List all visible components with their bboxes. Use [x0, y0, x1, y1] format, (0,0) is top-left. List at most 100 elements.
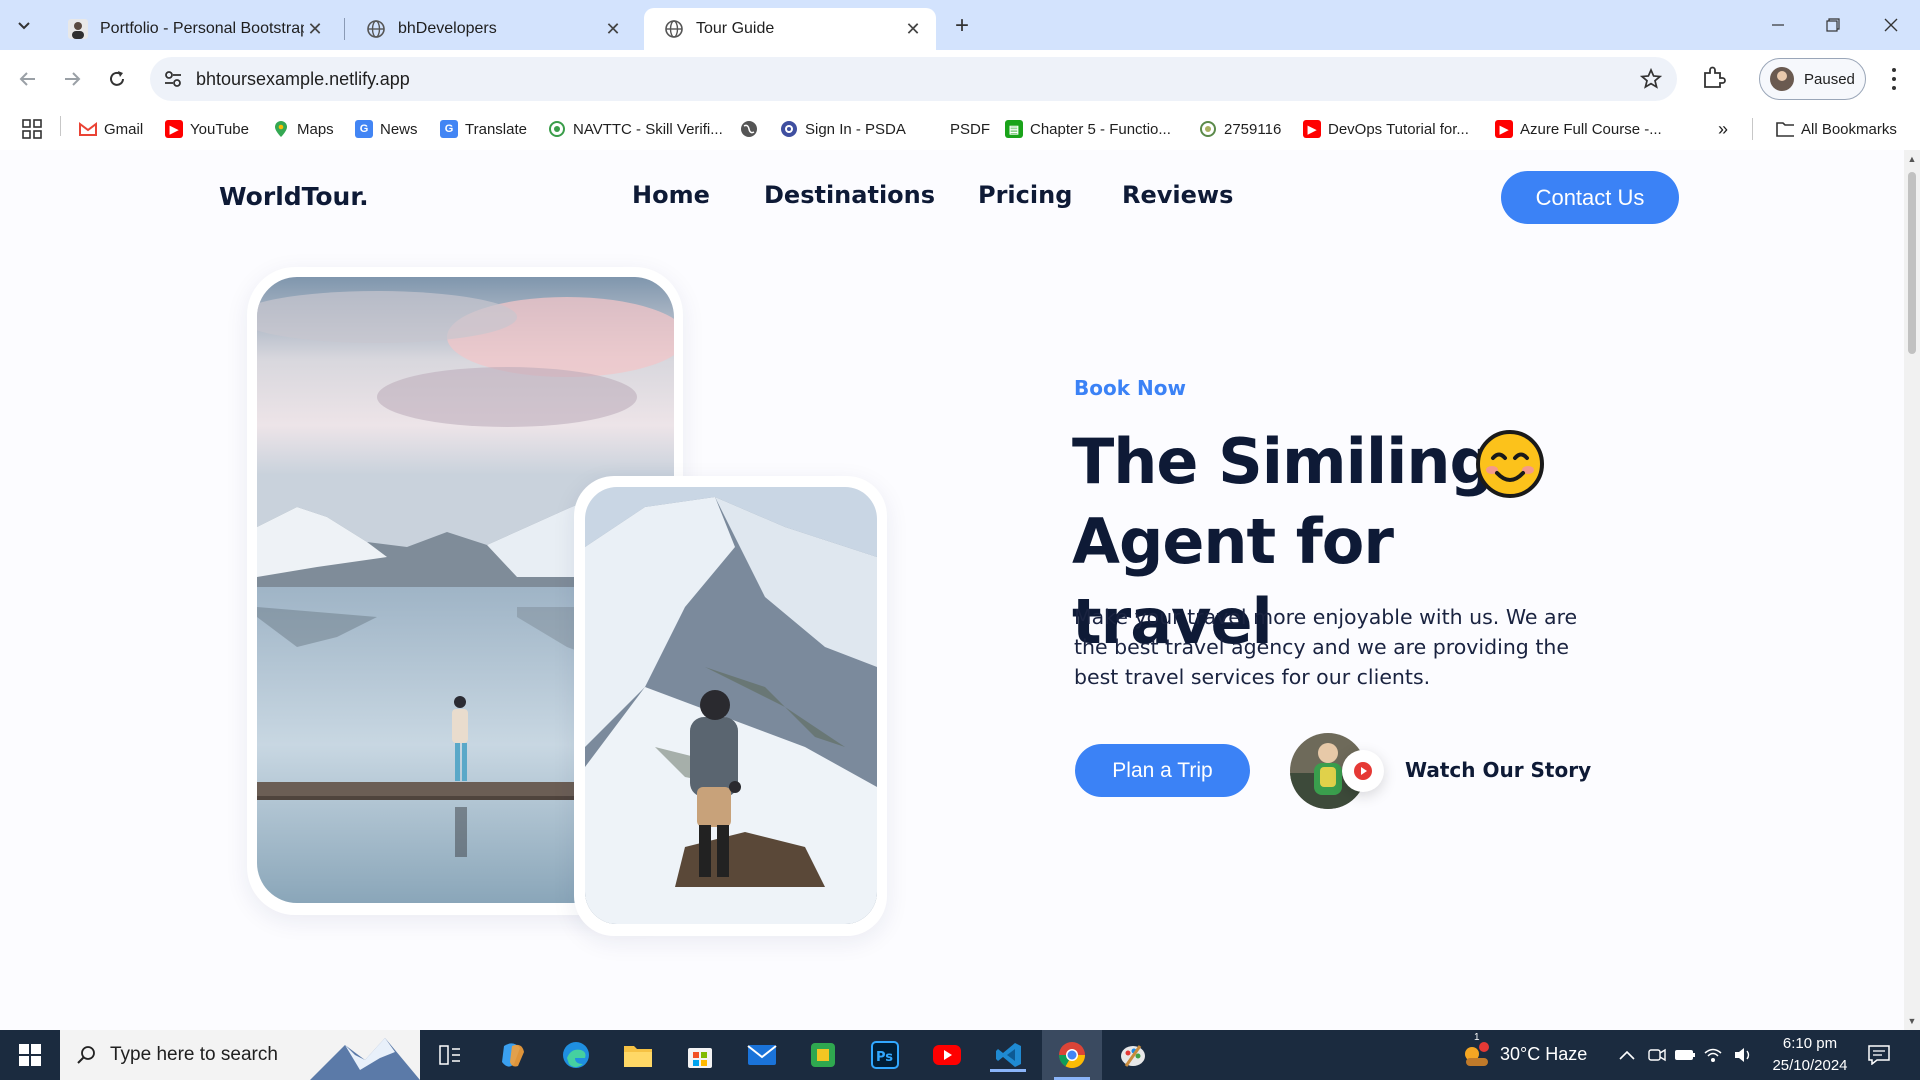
file-explorer-icon[interactable] [621, 1038, 655, 1072]
navttc-icon [548, 120, 566, 138]
chevron-down-icon [18, 22, 30, 30]
restore-button[interactable] [1818, 12, 1848, 38]
close-icon[interactable]: ✕ [902, 18, 924, 40]
more-bookmarks-button[interactable]: » [1718, 118, 1728, 140]
plus-icon: + [954, 12, 969, 39]
avatar [1770, 67, 1794, 91]
store-icon[interactable] [683, 1038, 717, 1072]
bookmark-globe[interactable] [740, 118, 765, 140]
bookmark-azure[interactable]: ▶ Azure Full Course -... [1495, 118, 1662, 140]
sheet-icon: ▤ [1005, 120, 1023, 138]
start-button[interactable] [0, 1030, 60, 1080]
vscode-icon[interactable] [990, 1038, 1026, 1072]
all-bookmarks-button[interactable]: All Bookmarks [1776, 118, 1897, 140]
browser-toolbar: bhtoursexample.netlify.app Paused [0, 50, 1920, 108]
green-app-icon[interactable] [806, 1038, 840, 1072]
tab-tour-guide[interactable]: Tour Guide ✕ [644, 8, 936, 50]
reload-button[interactable] [101, 63, 133, 95]
tab-divider [344, 18, 345, 40]
wifi-icon[interactable] [1696, 1038, 1730, 1072]
tab-bhdevelopers[interactable]: bhDevelopers ✕ [346, 8, 636, 50]
photoshop-icon[interactable]: Ps [868, 1038, 902, 1072]
system-clock[interactable]: 6:10 pm 25/10/2024 [1760, 1033, 1860, 1077]
taskbar-search[interactable]: Type here to search [60, 1030, 420, 1080]
book-now-label: Book Now [1074, 376, 1186, 400]
bookmark-2759116[interactable]: 2759116 [1199, 118, 1281, 140]
new-tab-button[interactable]: + [948, 12, 976, 40]
mail-icon[interactable] [745, 1038, 779, 1072]
weather-text[interactable]: 30°C Haze [1500, 1044, 1587, 1065]
tab-portfolio[interactable]: Portfolio - Personal Bootstrap Te ✕ [48, 8, 338, 50]
bookmark-youtube[interactable]: ▶ YouTube [165, 118, 249, 140]
edge-icon[interactable] [559, 1038, 593, 1072]
play-video-button[interactable] [1342, 750, 1384, 792]
bookmark-label: Chapter 5 - Functio... [1030, 120, 1171, 138]
minimize-button[interactable] [1763, 12, 1793, 38]
bookmark-devops[interactable]: ▶ DevOps Tutorial for... [1303, 118, 1469, 140]
tab-search-button[interactable] [10, 12, 38, 40]
site-settings-icon[interactable] [162, 68, 184, 90]
windows-logo-icon [19, 1044, 41, 1066]
menu-button[interactable] [1882, 66, 1906, 92]
extensions-icon[interactable] [1700, 64, 1728, 92]
profile-photo-icon [68, 19, 88, 39]
page-scrollbar[interactable]: ▲ ▼ [1904, 150, 1920, 1030]
play-icon [1354, 762, 1372, 780]
bookmark-navttc[interactable]: NAVTTC - Skill Verifi... [548, 118, 723, 140]
bookmark-chapter5[interactable]: ▤ Chapter 5 - Functio... [1005, 118, 1171, 140]
watch-our-story-link[interactable]: Watch Our Story [1405, 758, 1591, 782]
nav-reviews[interactable]: Reviews [1122, 181, 1233, 209]
site-logo[interactable]: WorldTour. [219, 182, 369, 211]
chevron-up-icon[interactable] [1610, 1038, 1644, 1072]
bookmark-psdf[interactable]: PSDF [950, 118, 990, 140]
apps-button[interactable] [22, 118, 42, 140]
nav-destinations[interactable]: Destinations [764, 181, 935, 209]
close-icon[interactable]: ✕ [304, 18, 326, 40]
close-window-button[interactable] [1876, 12, 1906, 38]
bookmark-label: Translate [465, 120, 527, 138]
arrow-right-icon [65, 72, 81, 86]
paint-icon[interactable] [1116, 1038, 1150, 1072]
scrollbar-thumb[interactable] [1908, 172, 1916, 354]
bookmark-news[interactable]: G News [355, 118, 418, 140]
forward-button[interactable] [56, 63, 88, 95]
profile-button[interactable]: Paused [1759, 58, 1866, 100]
bookmarks-bar: Gmail ▶ YouTube Maps G News G Translate … [0, 108, 1920, 150]
translate-icon: G [440, 120, 458, 138]
contact-us-button[interactable]: Contact Us [1501, 171, 1679, 224]
notifications-icon[interactable] [1862, 1038, 1896, 1072]
task-view-icon[interactable] [433, 1038, 467, 1072]
tab-title: Portfolio - Personal Bootstrap Te [100, 20, 304, 37]
nav-pricing[interactable]: Pricing [978, 181, 1072, 209]
address-bar[interactable]: bhtoursexample.netlify.app [150, 57, 1677, 101]
bookmark-gmail[interactable]: Gmail [79, 118, 143, 140]
bookmark-label: Azure Full Course -... [1520, 120, 1662, 138]
youtube-icon[interactable] [930, 1038, 964, 1072]
scroll-up-icon[interactable]: ▲ [1907, 154, 1917, 164]
volume-icon[interactable] [1726, 1038, 1760, 1072]
profile-status: Paused [1804, 70, 1855, 88]
bookmark-translate[interactable]: G Translate [440, 118, 527, 140]
weather-icon[interactable] [1458, 1038, 1492, 1072]
headline-line-1: The Similing [1072, 425, 1494, 498]
close-icon[interactable]: ✕ [602, 18, 624, 40]
restore-icon [1826, 18, 1840, 32]
bookmark-label: All Bookmarks [1801, 120, 1897, 138]
bookmark-psda[interactable]: Sign In - PSDA [780, 118, 906, 140]
bookmark-maps[interactable]: Maps [272, 118, 334, 140]
nav-home[interactable]: Home [632, 181, 710, 209]
star-icon[interactable] [1639, 67, 1663, 91]
back-button[interactable] [12, 63, 44, 95]
url-text: bhtoursexample.netlify.app [196, 69, 410, 89]
chrome-icon[interactable] [1055, 1038, 1089, 1072]
scroll-down-icon[interactable]: ▼ [1907, 1016, 1917, 1026]
copilot-icon[interactable] [496, 1038, 530, 1072]
bookmark-label: NAVTTC - Skill Verifi... [573, 120, 723, 138]
tab-title: bhDevelopers [398, 20, 497, 37]
seal-icon [1199, 120, 1217, 138]
close-icon [1884, 18, 1898, 32]
hiker-photo [585, 487, 877, 924]
folder-icon [1776, 120, 1794, 138]
plan-a-trip-button[interactable]: Plan a Trip [1075, 744, 1250, 797]
bookmark-label: 2759116 [1224, 120, 1282, 138]
